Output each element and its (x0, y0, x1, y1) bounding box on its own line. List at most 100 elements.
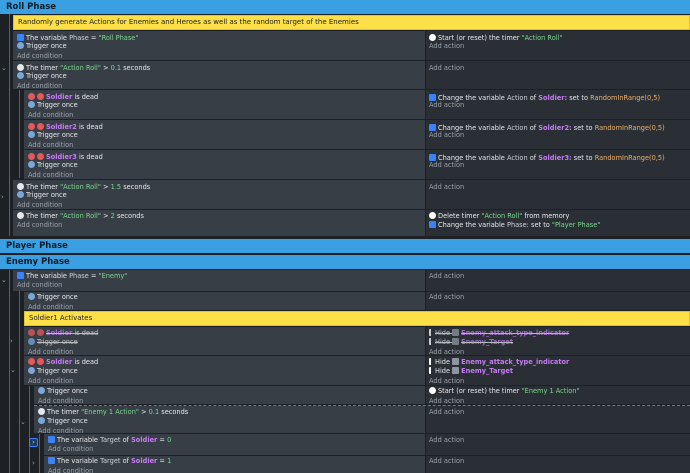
event-2-actions[interactable]: Add action (426, 61, 690, 89)
condition-timer[interactable]: The timer "Enemy 1 Action" > 0.1 seconds (34, 406, 425, 416)
action-hide[interactable]: Hide Enemy_Target (426, 366, 690, 376)
add-condition[interactable]: Add condition (13, 220, 425, 230)
action-change-variable[interactable]: Change the variable Action of Soldier: s… (426, 90, 690, 102)
event-8-actions[interactable]: Add action (426, 270, 690, 291)
condition-trigger-once[interactable]: Trigger once (24, 366, 425, 376)
event-4-actions[interactable]: Change the variable Action of Soldier2: … (426, 120, 690, 149)
add-condition[interactable]: Add condition (44, 466, 425, 473)
condition-timer[interactable]: The timer "Action Roll" > 0.1 seconds (13, 61, 425, 72)
event-2-conditions[interactable]: The timer "Action Roll" > 0.1 seconds Tr… (13, 61, 425, 90)
event-5-actions[interactable]: Change the variable Action of Soldier3: … (426, 150, 690, 179)
action-change-variable[interactable]: Change the variable Phase: set to "Playe… (426, 220, 690, 230)
event-1-conditions[interactable]: The variable Phase = "Roll Phase" Trigge… (13, 31, 425, 60)
add-action[interactable]: Add action (426, 434, 690, 444)
event-7-actions[interactable]: Delete timer "Action Roll" from memory C… (426, 210, 690, 236)
collapse-chevron[interactable]: ⌄ (10, 366, 16, 374)
condition-is-dead[interactable]: Soldier2 is dead (24, 120, 425, 131)
sprite-icon (452, 338, 460, 345)
event-6-actions[interactable]: Add action (426, 180, 690, 209)
condition-is-dead[interactable]: Soldier is dead (24, 90, 425, 101)
trigger-icon (17, 72, 24, 79)
event-15-actions[interactable]: Add action (426, 456, 690, 473)
event-8-conditions[interactable]: The variable Phase = "Enemy" Add conditi… (13, 270, 425, 291)
event-14-conditions[interactable]: The variable Target of Soldier = 0 Add c… (44, 434, 425, 455)
comment-roll[interactable]: Randomly generate Actions for Enemies an… (13, 15, 690, 30)
add-condition[interactable]: Add condition (24, 110, 425, 120)
group-enemy-phase[interactable]: Enemy Phase (0, 255, 690, 269)
event-5-conditions[interactable]: Soldier3 is dead Trigger once Add condit… (24, 150, 425, 179)
action-hide[interactable]: Hide Enemy_attack_type_indicator (426, 356, 690, 366)
event-7-conditions[interactable]: The timer "Action Roll" > 2 seconds Add … (13, 210, 425, 236)
event-13-conditions[interactable]: The timer "Enemy 1 Action" > 0.1 seconds… (34, 406, 425, 435)
action-start-timer[interactable]: Start (or reset) the timer "Enemy 1 Acti… (426, 386, 690, 396)
condition-trigger-once[interactable]: Trigger once (24, 292, 425, 302)
event-11-actions[interactable]: Hide Enemy_attack_type_indicator Hide En… (426, 356, 690, 385)
action-hide[interactable]: Hide Enemy_attack_type_indicator (426, 327, 690, 337)
event-10-conditions[interactable]: Soldier is dead Trigger once Add conditi… (24, 327, 425, 356)
add-condition[interactable]: Add condition (24, 376, 425, 386)
comment-soldier1[interactable]: Soldier1 Activates (24, 311, 690, 326)
add-action[interactable]: Add action (426, 180, 690, 191)
condition-variable[interactable]: The variable Phase = "Roll Phase" (13, 31, 425, 42)
add-action[interactable]: Add action (426, 406, 690, 416)
condition-trigger-once[interactable]: Trigger once (34, 386, 425, 396)
add-action[interactable]: Add action (426, 456, 690, 466)
expand-chevron[interactable]: › (10, 337, 13, 345)
collapse-chevron[interactable]: ⌄ (1, 64, 7, 72)
event-3-conditions[interactable]: Soldier is dead Trigger once Add conditi… (24, 90, 425, 119)
event-14-actions[interactable]: Add action (426, 434, 690, 455)
condition-is-dead[interactable]: Soldier3 is dead (24, 150, 425, 161)
condition-trigger-once[interactable]: Trigger once (24, 337, 425, 347)
expand-chevron[interactable]: › (1, 193, 4, 201)
add-condition[interactable]: Add condition (44, 444, 425, 454)
collapse-chevron[interactable]: ⌄ (1, 276, 7, 284)
condition-variable[interactable]: The variable Target of Soldier = 1 (44, 456, 425, 466)
trigger-icon (28, 161, 35, 168)
action-change-variable[interactable]: Change the variable Action of Soldier2: … (426, 120, 690, 132)
add-condition[interactable]: Add condition (13, 200, 425, 210)
dead-icon (28, 358, 35, 365)
add-condition[interactable]: Add condition (13, 280, 425, 290)
add-action[interactable]: Add action (426, 270, 690, 280)
event-12-actions[interactable]: Start (or reset) the timer "Enemy 1 Acti… (426, 386, 690, 405)
collapse-chevron[interactable]: ⌄ (20, 418, 26, 426)
event-3-actions[interactable]: Change the variable Action of Soldier: s… (426, 90, 690, 119)
action-start-timer[interactable]: Start (or reset) the timer "Action Roll" (426, 31, 690, 42)
group-roll-phase[interactable]: Roll Phase (0, 0, 690, 14)
event-9-conditions[interactable]: Trigger once Add condition (24, 292, 425, 311)
action-hide[interactable]: Hide Enemy_Target (426, 337, 690, 347)
condition-variable[interactable]: The variable Phase = "Enemy" (13, 270, 425, 280)
event-6-conditions[interactable]: The timer "Action Roll" > 1.5 seconds Tr… (13, 180, 425, 209)
event-1-actions[interactable]: Start (or reset) the timer "Action Roll"… (426, 31, 690, 60)
event-11-conditions[interactable]: Soldier is dead Trigger once Add conditi… (24, 356, 425, 385)
condition-is-dead[interactable]: Soldier is dead (24, 327, 425, 337)
condition-timer[interactable]: The timer "Action Roll" > 2 seconds (13, 210, 425, 220)
action-change-variable[interactable]: Change the variable Action of Soldier3: … (426, 150, 690, 162)
sprite-icon (452, 358, 460, 365)
event-12-conditions[interactable]: Trigger once Add condition (34, 386, 425, 405)
add-condition[interactable]: Add condition (24, 170, 425, 180)
condition-is-dead[interactable]: Soldier is dead (24, 356, 425, 366)
event-15-conditions[interactable]: The variable Target of Soldier = 1 Add c… (44, 456, 425, 473)
chevron-right-icon: › (29, 438, 38, 447)
hide-icon (429, 329, 433, 336)
condition-timer[interactable]: The timer "Action Roll" > 1.5 seconds (13, 180, 425, 191)
expand-button[interactable]: › (29, 438, 38, 447)
event-4-conditions[interactable]: Soldier2 is dead Trigger once Add condit… (24, 120, 425, 149)
trigger-icon (28, 101, 35, 108)
event-13-actions[interactable]: Add action (426, 406, 690, 433)
condition-variable[interactable]: The variable Target of Soldier = 0 (44, 434, 425, 444)
dead-icon (37, 93, 44, 100)
expand-chevron[interactable]: › (32, 459, 35, 467)
event-10-actions[interactable]: Hide Enemy_attack_type_indicator Hide En… (426, 327, 690, 356)
add-condition[interactable]: Add condition (24, 140, 425, 150)
condition-trigger-once[interactable]: Trigger once (34, 416, 425, 426)
add-condition[interactable]: Add condition (13, 51, 425, 61)
add-action[interactable]: Add action (426, 61, 690, 72)
action-delete-timer[interactable]: Delete timer "Action Roll" from memory (426, 210, 690, 220)
add-action[interactable]: Add action (426, 292, 690, 302)
event-9-actions[interactable]: Add action (426, 292, 690, 310)
add-action[interactable]: Add action (426, 376, 690, 386)
group-player-phase[interactable]: Player Phase (0, 239, 690, 253)
timer-icon (17, 64, 24, 71)
